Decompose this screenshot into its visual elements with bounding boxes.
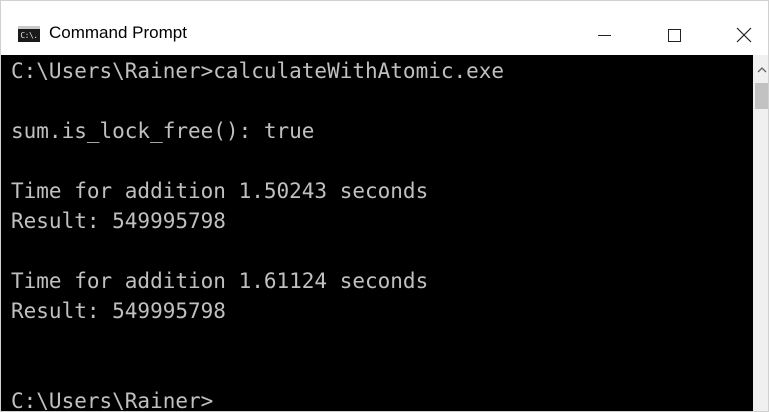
scroll-up-button[interactable] (753, 55, 768, 83)
scroll-thumb[interactable] (755, 83, 768, 109)
close-icon (736, 27, 752, 43)
vertical-scrollbar[interactable] (753, 55, 768, 411)
console-line: Result: 549995798 (11, 299, 226, 323)
maximize-button[interactable] (651, 15, 697, 55)
maximize-icon (667, 28, 681, 42)
minimize-icon (597, 34, 611, 36)
chevron-up-icon (757, 66, 766, 72)
console-line: sum.is_lock_free(): true (11, 119, 315, 143)
title-bar[interactable]: C:\. Command Prompt (1, 1, 768, 55)
console-line: Time for addition 1.61124 seconds (11, 269, 429, 293)
console-line: Result: 549995798 (11, 209, 226, 233)
cmd-icon-label: C:\. (20, 30, 38, 40)
minimize-button[interactable] (581, 15, 627, 55)
window-title: Command Prompt (49, 23, 187, 42)
cmd-icon[interactable]: C:\. (18, 26, 40, 42)
command-prompt-window: C:\. Command Prompt C:\Users\Rainer>calc… (0, 0, 769, 412)
console-line: Time for addition 1.50243 seconds (11, 179, 429, 203)
close-button[interactable] (721, 15, 767, 55)
console-line: C:\Users\Rainer>calculateWithAtomic.exe (11, 59, 505, 83)
console-line: C:\Users\Rainer> (11, 389, 214, 412)
console-output[interactable]: C:\Users\Rainer>calculateWithAtomic.exe … (1, 55, 753, 412)
